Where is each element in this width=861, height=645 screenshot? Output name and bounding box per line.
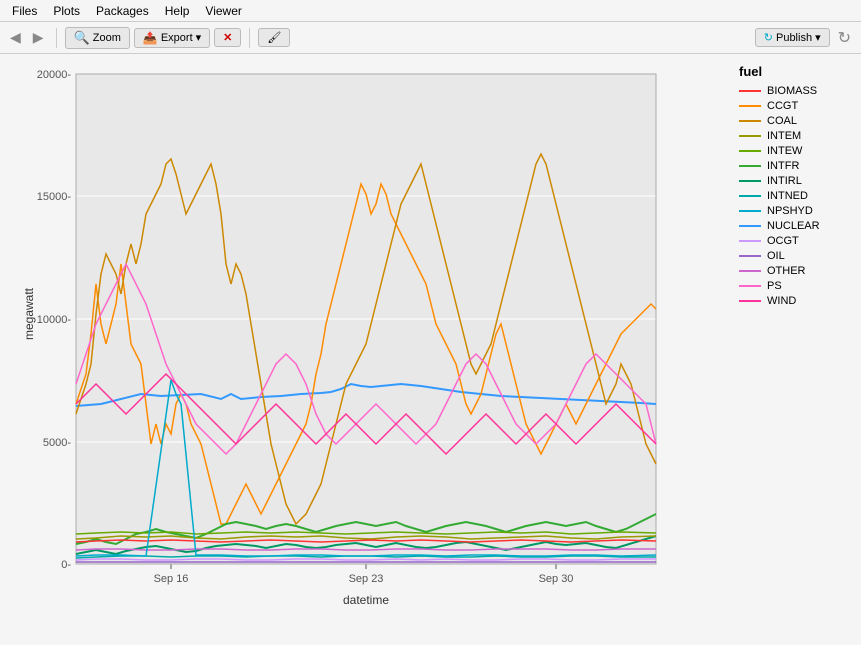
chart-svg: 0- 5000- 10000- 15000- 20000- megawatt S… bbox=[21, 64, 721, 619]
svg-text:Sep 16: Sep 16 bbox=[153, 573, 188, 585]
legend-title: fuel bbox=[739, 64, 853, 79]
legend-label: OIL bbox=[767, 250, 785, 262]
legend-item: PS bbox=[739, 280, 853, 292]
refresh-button[interactable]: ↻ bbox=[834, 26, 855, 50]
legend-label: INTEM bbox=[767, 130, 801, 142]
legend-item: INTEW bbox=[739, 145, 853, 157]
export-label: Export bbox=[161, 32, 193, 44]
export-button[interactable]: 📤 Export ▾ bbox=[134, 28, 210, 48]
brush-button[interactable]: 🖌 bbox=[258, 28, 290, 47]
svg-text:Sep 30: Sep 30 bbox=[538, 573, 573, 585]
legend-label: PS bbox=[767, 280, 782, 292]
chart-wrapper: 0- 5000- 10000- 15000- 20000- megawatt S… bbox=[21, 64, 721, 619]
legend-item: OTHER bbox=[739, 265, 853, 277]
legend-item: WIND bbox=[739, 295, 853, 307]
legend-label: INTEW bbox=[767, 145, 802, 157]
legend-item: INTNED bbox=[739, 190, 853, 202]
legend-color-swatch bbox=[739, 225, 761, 227]
legend-item: NUCLEAR bbox=[739, 220, 853, 232]
legend-item: INTEM bbox=[739, 130, 853, 142]
clear-icon: ✕ bbox=[223, 31, 232, 44]
menu-files[interactable]: Files bbox=[4, 2, 45, 20]
brush-icon: 🖌 bbox=[267, 31, 281, 44]
nav-forward-button[interactable]: ▶ bbox=[29, 27, 48, 48]
legend-color-swatch bbox=[739, 300, 761, 302]
publish-label: Publish bbox=[776, 32, 812, 44]
legend-color-swatch bbox=[739, 210, 761, 212]
nav-back-button[interactable]: ◀ bbox=[6, 27, 25, 48]
zoom-label: Zoom bbox=[93, 32, 121, 44]
legend-item: OCGT bbox=[739, 235, 853, 247]
zoom-button[interactable]: 🔍 Zoom bbox=[65, 27, 130, 49]
toolbar-left: ◀ ▶ 🔍 Zoom 📤 Export ▾ ✕ 🖌 bbox=[6, 27, 290, 49]
svg-text:Sep 23: Sep 23 bbox=[348, 573, 383, 585]
legend-label: WIND bbox=[767, 295, 796, 307]
legend-label: COAL bbox=[767, 115, 797, 127]
toolbar: ◀ ▶ 🔍 Zoom 📤 Export ▾ ✕ 🖌 ↻ Publish ▾ ↻ bbox=[0, 22, 861, 54]
toolbar-separator-1 bbox=[56, 28, 57, 48]
svg-text:15000-: 15000- bbox=[36, 191, 71, 203]
menu-plots[interactable]: Plots bbox=[45, 2, 88, 20]
legend-item: BIOMASS bbox=[739, 85, 853, 97]
legend-color-swatch bbox=[739, 105, 761, 107]
publish-button[interactable]: ↻ Publish ▾ bbox=[755, 28, 830, 47]
legend-label: INTFR bbox=[767, 160, 799, 172]
legend-item: COAL bbox=[739, 115, 853, 127]
publish-sync-icon: ↻ bbox=[764, 31, 773, 44]
legend-color-swatch bbox=[739, 90, 761, 92]
legend-item: INTIRL bbox=[739, 175, 853, 187]
export-icon: 📤 bbox=[143, 31, 158, 45]
legend-label: CCGT bbox=[767, 100, 798, 112]
legend-color-swatch bbox=[739, 240, 761, 242]
legend-label: INTIRL bbox=[767, 175, 802, 187]
legend-item: OIL bbox=[739, 250, 853, 262]
legend-label: BIOMASS bbox=[767, 85, 817, 97]
legend-color-swatch bbox=[739, 180, 761, 182]
legend-color-swatch bbox=[739, 285, 761, 287]
svg-text:0-: 0- bbox=[61, 559, 71, 571]
menu-bar: Files Plots Packages Help Viewer bbox=[0, 0, 861, 22]
legend-color-swatch bbox=[739, 165, 761, 167]
svg-text:5000-: 5000- bbox=[42, 437, 70, 449]
main-area: 0- 5000- 10000- 15000- 20000- megawatt S… bbox=[0, 54, 861, 645]
legend-item: NPSHYD bbox=[739, 205, 853, 217]
svg-text:datetime: datetime bbox=[342, 593, 388, 607]
legend-label: INTNED bbox=[767, 190, 808, 202]
legend-item: CCGT bbox=[739, 100, 853, 112]
svg-text:megawatt: megawatt bbox=[22, 287, 36, 340]
legend-color-swatch bbox=[739, 270, 761, 272]
legend-color-swatch bbox=[739, 135, 761, 137]
toolbar-right: ↻ Publish ▾ ↻ bbox=[755, 26, 855, 50]
svg-text:20000-: 20000- bbox=[36, 69, 71, 81]
legend-label: OCGT bbox=[767, 235, 799, 247]
zoom-icon: 🔍 bbox=[74, 30, 90, 46]
legend-item: INTFR bbox=[739, 160, 853, 172]
publish-arrow-icon: ▾ bbox=[815, 31, 821, 44]
chart-container: 0- 5000- 10000- 15000- 20000- megawatt S… bbox=[0, 54, 731, 645]
menu-help[interactable]: Help bbox=[157, 2, 198, 20]
legend-color-swatch bbox=[739, 255, 761, 257]
legend-color-swatch bbox=[739, 195, 761, 197]
legend-label: OTHER bbox=[767, 265, 806, 277]
legend-label: NPSHYD bbox=[767, 205, 813, 217]
menu-packages[interactable]: Packages bbox=[88, 2, 157, 20]
legend: fuel BIOMASS CCGT COAL INTEM INTEW INTFR… bbox=[731, 54, 861, 645]
export-arrow-icon: ▾ bbox=[196, 31, 202, 44]
toolbar-separator-2 bbox=[249, 28, 250, 48]
svg-text:10000-: 10000- bbox=[36, 314, 71, 326]
legend-color-swatch bbox=[739, 120, 761, 122]
legend-label: NUCLEAR bbox=[767, 220, 820, 232]
clear-button[interactable]: ✕ bbox=[214, 28, 241, 47]
menu-viewer[interactable]: Viewer bbox=[197, 2, 249, 20]
legend-color-swatch bbox=[739, 150, 761, 152]
